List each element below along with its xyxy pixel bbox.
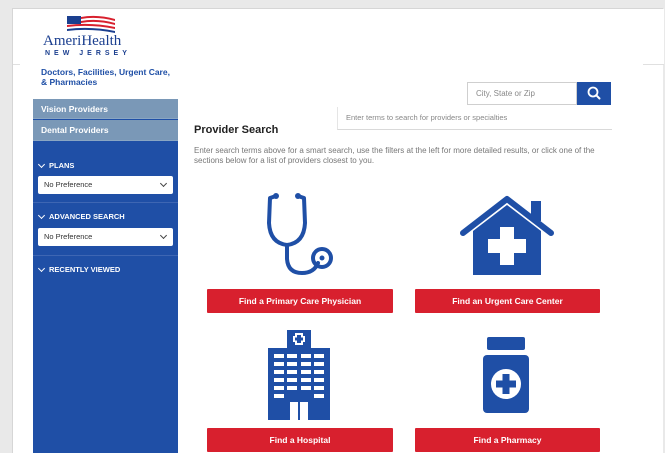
chevron-down-icon — [159, 231, 168, 240]
plans-toggle[interactable]: PLANS — [37, 160, 75, 170]
search-icon — [587, 86, 601, 100]
amerihealth-logo[interactable]: AmeriHealth NEW JERSEY — [37, 15, 137, 61]
brand-name: AmeriHealth — [43, 33, 122, 49]
recently-viewed-label: RECENTLY VIEWED — [49, 265, 121, 274]
sidebar-item-dental[interactable]: Dental Providers — [33, 120, 178, 141]
location-search-input[interactable]: City, State or Zip — [467, 82, 577, 105]
plans-select-value: No Preference — [44, 180, 93, 189]
chevron-down-icon — [37, 264, 46, 272]
medicine-bottle-icon[interactable] — [483, 337, 529, 413]
advanced-search-toggle[interactable]: ADVANCED SEARCH — [37, 211, 125, 221]
advanced-search-value: No Preference — [44, 232, 93, 241]
divider — [33, 255, 178, 256]
recently-viewed-toggle[interactable]: RECENTLY VIEWED — [37, 264, 121, 274]
sidebar-item-label: Doctors, Facilities, Urgent Care, & Phar… — [41, 67, 170, 87]
advanced-search-label: ADVANCED SEARCH — [49, 212, 125, 221]
location-placeholder: City, State or Zip — [476, 89, 535, 98]
find-urgent-care-button[interactable]: Find an Urgent Care Center — [415, 289, 600, 313]
chevron-down-icon — [159, 179, 168, 188]
intro-text: Enter search terms above for a smart sea… — [194, 146, 595, 165]
hospital-building-icon[interactable] — [268, 330, 330, 420]
sidebar-item-label: Dental Providers — [41, 125, 109, 135]
sidebar-item-doctors[interactable]: Doctors, Facilities, Urgent Care, & Phar… — [33, 62, 178, 99]
chevron-down-icon — [37, 160, 46, 168]
sidebar-item-vision[interactable]: Vision Providers — [33, 99, 178, 119]
plans-select[interactable]: No Preference — [38, 176, 173, 194]
find-primary-care-button[interactable]: Find a Primary Care Physician — [207, 289, 393, 313]
advanced-search-select[interactable]: No Preference — [38, 228, 173, 246]
divider — [33, 202, 178, 203]
sidebar-item-label: Vision Providers — [41, 104, 108, 114]
find-pharmacy-button[interactable]: Find a Pharmacy — [415, 428, 600, 452]
sidebar: Doctors, Facilities, Urgent Care, & Phar… — [33, 62, 178, 453]
brand-region: NEW JERSEY — [45, 50, 131, 57]
flag-logo-icon — [67, 15, 115, 33]
stethoscope-icon[interactable] — [262, 193, 338, 277]
plans-label: PLANS — [49, 161, 75, 170]
page-title: Provider Search — [194, 124, 279, 136]
chevron-down-icon — [37, 211, 46, 219]
search-button[interactable] — [577, 82, 611, 105]
terms-search-input[interactable]: Enter terms to search for providers or s… — [337, 107, 612, 130]
house-medical-icon[interactable] — [459, 195, 555, 275]
find-hospital-button[interactable]: Find a Hospital — [207, 428, 393, 452]
terms-placeholder: Enter terms to search for providers or s… — [346, 113, 508, 122]
